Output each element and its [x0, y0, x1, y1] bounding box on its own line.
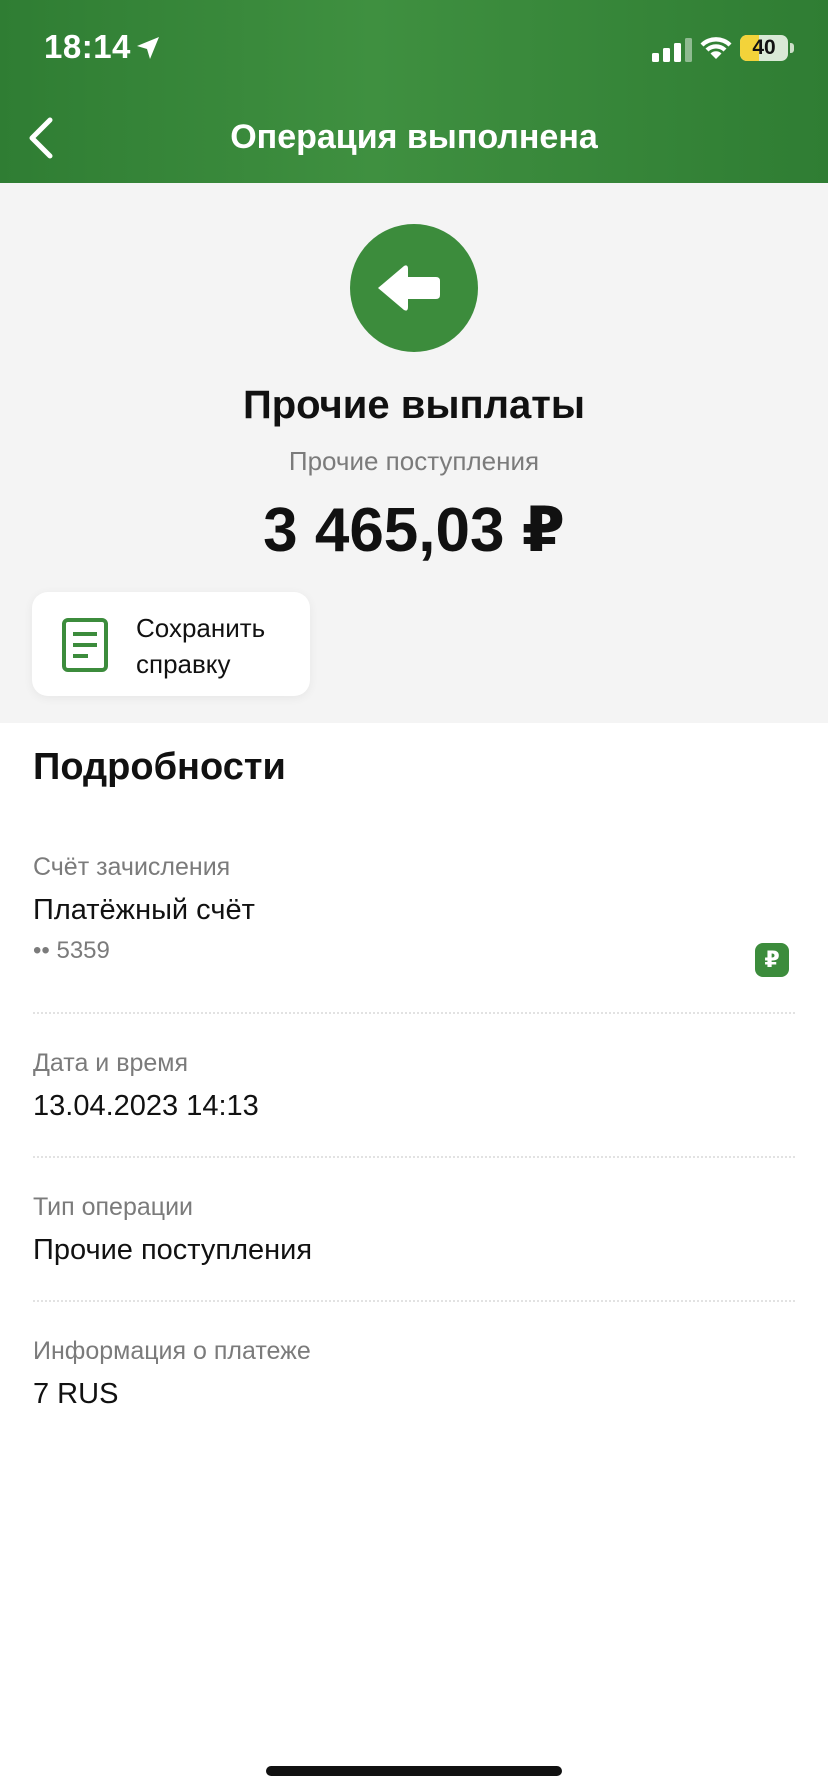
screen: 18:14 40 Операция выполнена Прочие выпла… — [0, 0, 828, 1792]
info-label: Информация о платеже — [33, 1337, 311, 1365]
back-button[interactable] — [18, 110, 66, 166]
status-time: 18:14 — [44, 28, 131, 65]
document-icon — [62, 618, 108, 672]
account-number: •• 5359 — [33, 937, 110, 964]
battery-indicator: 40 — [740, 35, 788, 61]
detail-account: Счёт зачисления Платёжный счёт •• 5359 — [33, 853, 795, 965]
location-arrow-icon — [137, 37, 159, 59]
operation-subtitle: Прочие поступления — [288, 446, 540, 476]
currency-badge: ₽ — [755, 943, 789, 977]
operation-icon — [350, 224, 478, 352]
details-title: Подробности — [33, 746, 286, 788]
battery-percent: 40 — [752, 36, 776, 59]
cellular-signal-icon — [652, 38, 692, 62]
arrow-left-icon — [378, 265, 440, 311]
datetime-label: Дата и время — [33, 1049, 189, 1077]
divider — [33, 1012, 795, 1014]
optype-value: Прочие поступления — [33, 1234, 313, 1266]
datetime-value: 13.04.2023 14:13 — [33, 1090, 259, 1122]
account-value: Платёжный счёт — [33, 894, 255, 926]
page-title: Операция выполнена — [230, 118, 598, 156]
operation-name: Прочие выплаты — [242, 383, 586, 427]
battery-nub — [790, 43, 794, 53]
optype-label: Тип операции — [33, 1193, 194, 1221]
divider — [33, 1300, 795, 1302]
detail-datetime: Дата и время 13.04.2023 14:13 — [33, 1049, 795, 1123]
wifi-icon — [700, 37, 732, 59]
divider — [33, 1156, 795, 1158]
info-value: 7 RUS — [33, 1378, 119, 1410]
operation-summary: Прочие выплаты Прочие поступления 3 465,… — [0, 183, 828, 723]
account-label: Счёт зачисления — [33, 853, 231, 881]
save-receipt-button[interactable]: Сохранить справку — [32, 592, 310, 696]
detail-payment-info: Информация о платеже 7 RUS — [33, 1337, 795, 1411]
chevron-left-icon — [29, 117, 53, 159]
save-receipt-label: Сохранить справку — [136, 613, 266, 679]
detail-operation-type: Тип операции Прочие поступления — [33, 1193, 795, 1267]
header: 18:14 40 Операция выполнена — [0, 0, 828, 183]
home-indicator[interactable] — [266, 1766, 562, 1776]
operation-amount: 3 465,03 ₽ — [263, 496, 565, 565]
